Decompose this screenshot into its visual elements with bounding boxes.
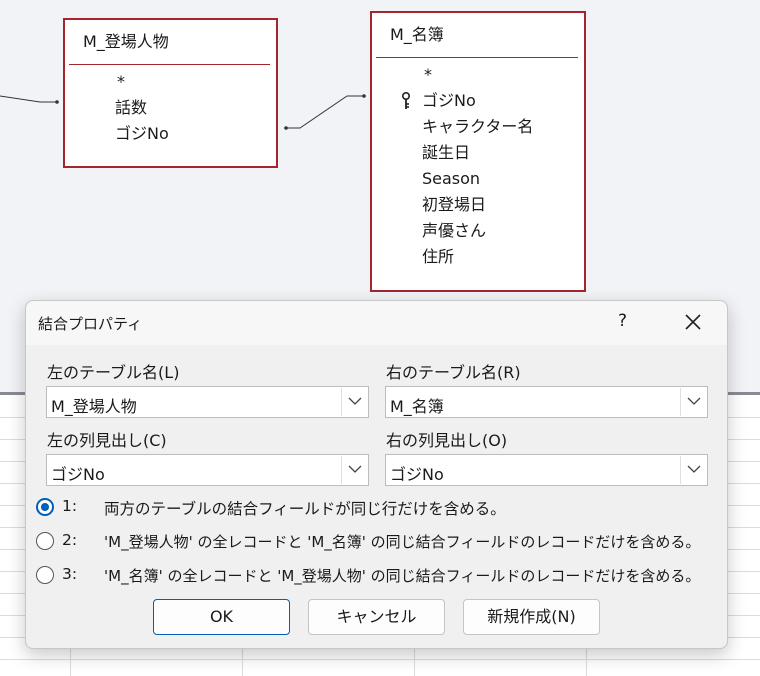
help-button[interactable]: ? [618,311,627,331]
right-column-dropdown-button[interactable] [680,456,706,484]
field-item[interactable]: ゴジNo [115,121,276,147]
table-m-meibo[interactable]: M_名簿 * ゴジNo キャラクター名 誕生日 Season 初登場日 声優さん… [370,11,586,292]
field-item[interactable]: 初登場日 [422,192,584,218]
left-column-dropdown-button[interactable] [341,456,367,484]
dialog-title: 結合プロパティ [38,315,143,333]
right-column-label: 右の列見出し(O) [386,431,508,450]
left-table-value: M_登場人物 [51,397,137,416]
radio-button[interactable] [36,498,54,516]
left-table-combo[interactable]: M_登場人物 [46,386,369,418]
primary-key-icon [402,92,410,109]
join-properties-dialog: 結合プロパティ ? 左のテーブル名(L) 右のテーブル名(R) M_登場人物 M… [25,300,728,649]
ok-button[interactable]: OK [153,599,290,635]
new-button[interactable]: 新規作成(N) [463,599,600,635]
chevron-down-icon [687,465,701,473]
field-label: ゴジNo [422,91,476,110]
option-text: 'M_名簿' の全レコードと 'M_登場人物' の同じ結合フィールドのレコードだ… [104,567,701,585]
right-table-dropdown-button[interactable] [680,388,706,416]
cancel-button[interactable]: キャンセル [308,599,445,635]
right-table-combo[interactable]: M_名簿 [385,386,708,418]
table-m-tojo-jinbutsu[interactable]: M_登場人物 * 話数 ゴジNo [63,18,278,168]
field-item[interactable]: * [115,69,276,95]
left-table-dropdown-button[interactable] [341,388,367,416]
right-column-value: ゴジNo [390,465,444,484]
option-number: 2: [62,531,78,549]
close-icon[interactable] [682,311,704,333]
option-text: 両方のテーブルの結合フィールドが同じ行だけを含める。 [104,500,506,518]
field-item-key[interactable]: ゴジNo [402,88,584,114]
left-column-combo[interactable]: ゴジNo [46,454,369,486]
right-table-label: 右のテーブル名(R) [386,363,521,382]
option-number: 1: [62,497,78,515]
chevron-down-icon [687,397,701,405]
field-item[interactable]: 話数 [115,95,276,121]
chevron-down-icon [348,397,362,405]
right-column-combo[interactable]: ゴジNo [385,454,708,486]
table-title[interactable]: M_名簿 [376,13,578,58]
left-table-label: 左のテーブル名(L) [47,363,180,382]
dialog-titlebar[interactable]: 結合プロパティ ? [26,301,727,345]
field-item[interactable]: Season [422,166,584,192]
field-item[interactable]: 誕生日 [422,140,584,166]
field-item[interactable]: 住所 [422,244,584,270]
left-column-label: 左の列見出し(C) [47,431,167,450]
option-number: 3: [62,565,78,583]
radio-button[interactable] [36,532,54,550]
radio-button[interactable] [36,566,54,584]
field-item[interactable]: 声優さん [422,218,584,244]
table-title[interactable]: M_登場人物 [69,20,270,65]
option-text: 'M_登場人物' の全レコードと 'M_名簿' の同じ結合フィールドのレコードだ… [104,533,701,551]
field-item[interactable]: * [422,62,584,88]
left-column-value: ゴジNo [51,465,105,484]
chevron-down-icon [348,465,362,473]
right-table-value: M_名簿 [390,397,444,416]
field-item[interactable]: キャラクター名 [422,114,584,140]
